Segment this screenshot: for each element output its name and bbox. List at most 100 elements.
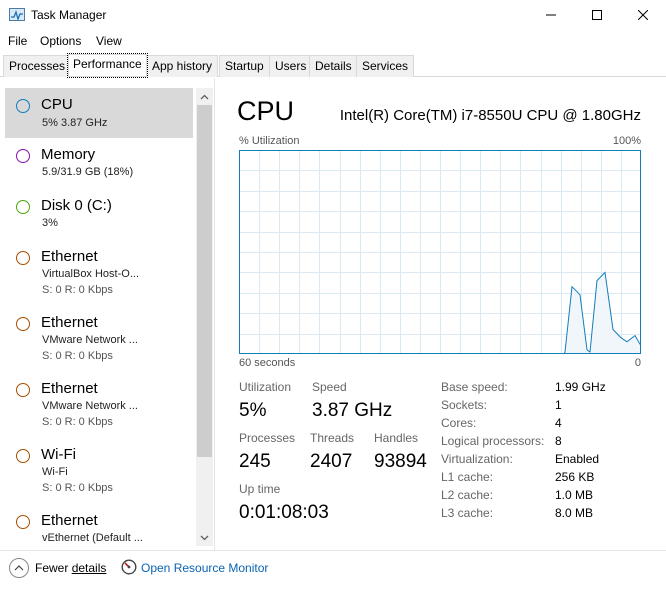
handles-label: Handles — [374, 431, 419, 445]
tab-strip: Processes Performance App history Startu… — [0, 53, 666, 78]
cpu-utilization-graph — [239, 150, 641, 354]
tab-details[interactable]: Details — [309, 55, 358, 77]
spec-label: Base speed: — [441, 380, 508, 394]
maximize-button[interactable] — [574, 0, 620, 30]
sidebar-item-detail: VMware Network ... — [42, 400, 138, 412]
spec-value: 1.99 GHz — [555, 380, 606, 394]
uptime-value: 0:01:08:03 — [239, 502, 329, 523]
tab-app-history[interactable]: App history — [146, 55, 219, 77]
sidebar-item-wifi[interactable]: Wi-Fi Wi-Fi S: 0 R: 0 Kbps — [5, 439, 193, 503]
ethernet-indicator-icon — [16, 515, 30, 529]
spec-label: Virtualization: — [441, 452, 513, 466]
sidebar-item-ethernet[interactable]: Ethernet vEthernet (Default ... — [5, 505, 193, 548]
sidebar-item-name: CPU — [41, 96, 73, 113]
maximize-icon — [592, 10, 602, 20]
scroll-thumb[interactable] — [197, 105, 212, 457]
chevron-up-icon — [200, 94, 209, 99]
wifi-indicator-icon — [16, 449, 30, 463]
menu-file[interactable]: File — [8, 34, 27, 48]
window-title: Task Manager — [31, 8, 107, 22]
sidebar-item-ethernet[interactable]: Ethernet VMware Network ... S: 0 R: 0 Kb… — [5, 373, 193, 437]
spec-value: 1.0 MB — [555, 488, 594, 502]
utilization-value: 5% — [239, 400, 267, 421]
speed-value: 3.87 GHz — [312, 400, 393, 421]
graph-y-min: 0 — [634, 357, 641, 369]
sidebar-item-throughput: S: 0 R: 0 Kbps — [42, 416, 113, 428]
sidebar-item-detail: vEthernet (Default ... — [42, 532, 143, 544]
scroll-up-button[interactable] — [196, 88, 213, 105]
spec-value: 4 — [555, 416, 562, 430]
sidebar-item-cpu[interactable]: CPU 5% 3.87 GHz — [5, 88, 193, 138]
close-button[interactable] — [620, 0, 666, 30]
sidebar-item-disk[interactable]: Disk 0 (C:) 3% — [5, 190, 193, 240]
menu-view[interactable]: View — [96, 34, 122, 48]
minimize-button[interactable] — [528, 0, 574, 30]
cpu-model: Intel(R) Core(TM) i7-8550U CPU @ 1.80GHz — [339, 107, 641, 124]
memory-indicator-icon — [16, 149, 30, 163]
menu-bar: File Options View — [0, 30, 666, 52]
sidebar-item-throughput: S: 0 R: 0 Kbps — [42, 284, 113, 296]
speed-label: Speed — [312, 380, 347, 394]
minimize-icon — [546, 14, 556, 16]
spec-value: 8.0 MB — [555, 506, 594, 520]
sidebar-item-name: Memory — [41, 146, 96, 163]
open-resource-monitor-link[interactable]: Open Resource Monitor — [141, 561, 268, 575]
processes-label: Processes — [239, 431, 296, 445]
tab-performance[interactable]: Performance — [67, 53, 148, 78]
sidebar-item-name: Ethernet — [41, 512, 98, 529]
sidebar-item-detail: 3% — [42, 217, 58, 229]
tab-startup[interactable]: Startup — [219, 55, 270, 77]
resource-monitor-icon — [121, 559, 137, 575]
ethernet-indicator-icon — [16, 251, 30, 265]
menu-options[interactable]: Options — [40, 34, 81, 48]
task-manager-icon — [9, 8, 25, 22]
uptime-label: Up time — [239, 482, 281, 496]
chevron-up-icon[interactable] — [9, 558, 29, 578]
graph-x-label: 60 seconds — [239, 357, 296, 369]
sidebar-item-detail: VirtualBox Host-O... — [42, 268, 139, 280]
sidebar-item-ethernet[interactable]: Ethernet VirtualBox Host-O... S: 0 R: 0 … — [5, 241, 193, 305]
spec-label: L3 cache: — [441, 506, 494, 520]
sidebar-item-throughput: S: 0 R: 0 Kbps — [42, 482, 113, 494]
spec-label: L2 cache: — [441, 488, 494, 502]
tab-users[interactable]: Users — [269, 55, 313, 77]
sidebar-item-detail: Wi-Fi — [42, 466, 68, 478]
sidebar-scrollbar[interactable] — [196, 88, 213, 546]
sidebar-item-memory[interactable]: Memory 5.9/31.9 GB (18%) — [5, 139, 193, 189]
threads-label: Threads — [310, 431, 355, 445]
sidebar-item-name: Ethernet — [41, 314, 98, 331]
threads-value: 2407 — [310, 451, 353, 472]
spec-value: 1 — [555, 398, 562, 412]
spec-value: Enabled — [555, 452, 600, 466]
pane-divider[interactable] — [214, 78, 215, 550]
sidebar-item-name: Ethernet — [41, 380, 98, 397]
fewer-details-button[interactable]: Fewer details — [35, 561, 106, 575]
spec-label: L1 cache: — [441, 470, 494, 484]
sidebar-item-detail: VMware Network ... — [42, 334, 138, 346]
sidebar-item-name: Ethernet — [41, 248, 98, 265]
sidebar-item-name: Wi-Fi — [41, 446, 76, 463]
scroll-down-button[interactable] — [196, 529, 213, 546]
sidebar-item-detail: 5.9/31.9 GB (18%) — [42, 166, 134, 178]
handles-value: 93894 — [374, 451, 427, 472]
spec-label: Logical processors: — [441, 434, 545, 448]
utilization-label: Utilization — [239, 380, 292, 394]
close-icon — [638, 10, 648, 20]
page-title: CPU — [237, 96, 295, 126]
sidebar-item-ethernet[interactable]: Ethernet VMware Network ... S: 0 R: 0 Kb… — [5, 307, 193, 371]
title-bar: Task Manager — [0, 0, 666, 30]
tab-processes[interactable]: Processes — [3, 55, 72, 77]
ethernet-indicator-icon — [16, 383, 30, 397]
performance-sidebar: CPU 5% 3.87 GHz Memory 5.9/31.9 GB (18%)… — [1, 86, 213, 548]
tab-services[interactable]: Services — [356, 55, 415, 77]
sidebar-item-name: Disk 0 (C:) — [41, 197, 112, 214]
sidebar-item-throughput: S: 0 R: 0 Kbps — [42, 350, 113, 362]
sidebar-item-detail: 5% 3.87 GHz — [42, 117, 108, 129]
spec-value: 256 KB — [555, 470, 595, 484]
cpu-indicator-icon — [16, 99, 30, 113]
chevron-down-icon — [200, 535, 209, 540]
graph-y-max: 100% — [612, 135, 641, 147]
footer-bar: Fewer details Open Resource Monitor — [0, 550, 666, 593]
spec-label: Cores: — [441, 416, 477, 430]
spec-label: Sockets: — [441, 398, 488, 412]
